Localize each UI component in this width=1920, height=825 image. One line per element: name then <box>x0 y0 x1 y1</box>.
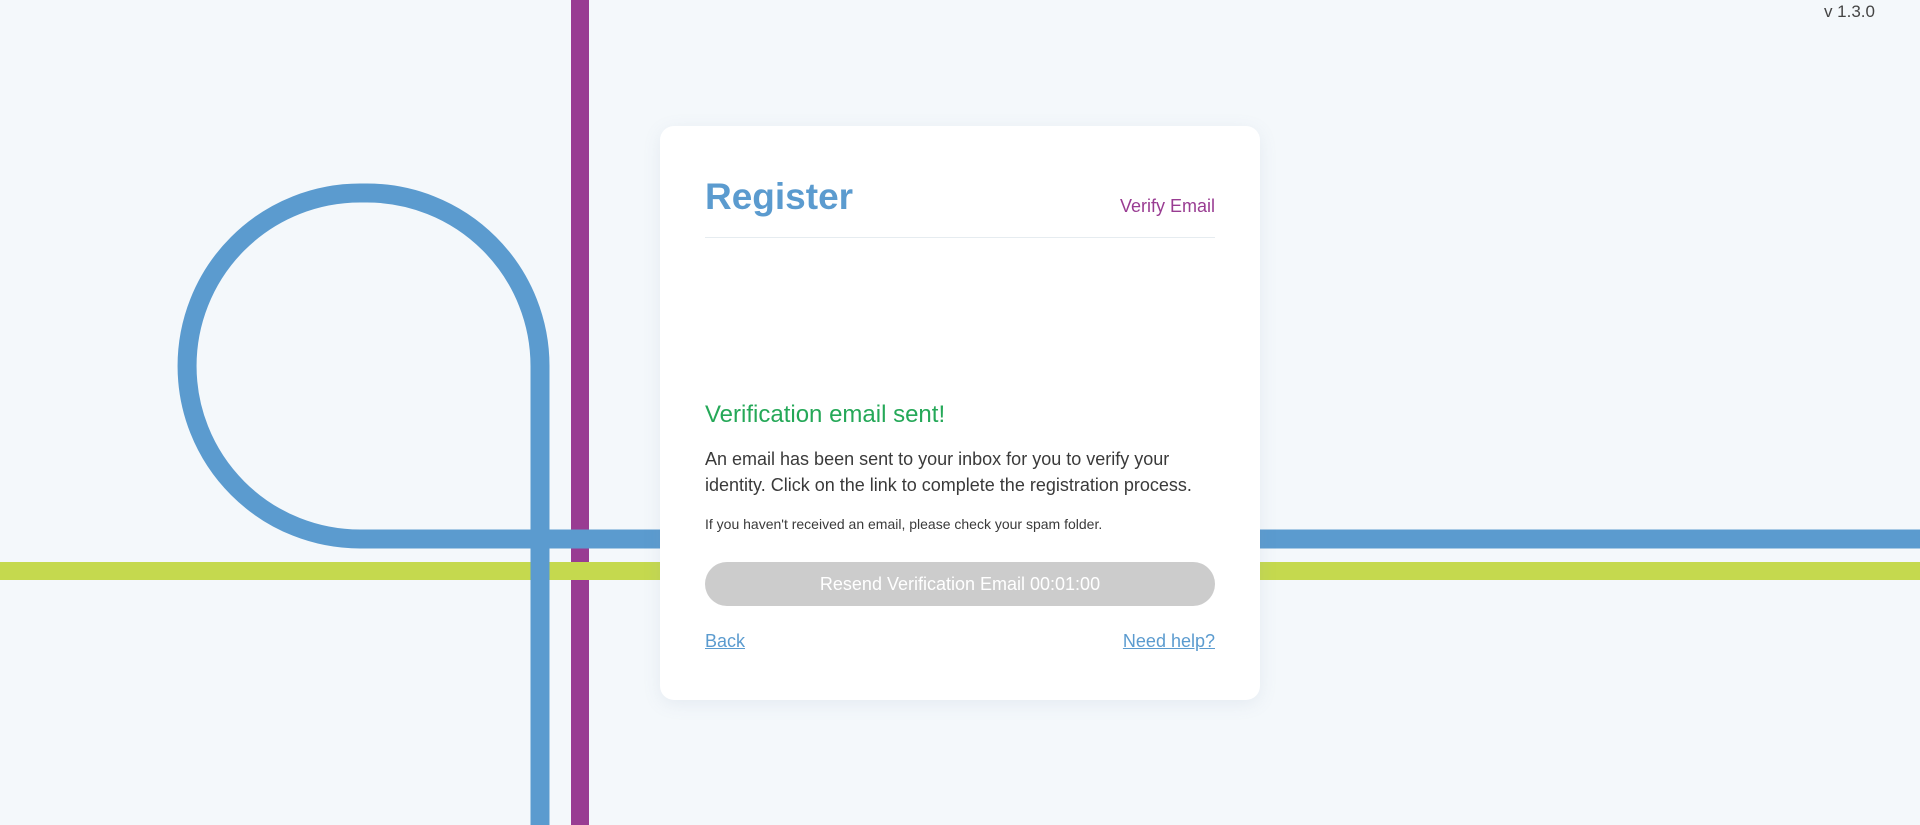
spam-note: If you haven't received an email, please… <box>705 516 1103 532</box>
back-link[interactable]: Back <box>705 631 745 652</box>
need-help-link[interactable]: Need help? <box>1123 631 1215 652</box>
success-title: Verification email sent! <box>705 401 946 428</box>
resend-verification-button[interactable]: Resend Verification Email 00:01:00 <box>705 562 1215 606</box>
page: v 1.3.0 Register Verify Email Verificati… <box>0 0 1920 825</box>
version-label: v 1.3.0 <box>1823 2 1875 21</box>
verification-message: An email has been sent to your inbox for… <box>705 449 1192 495</box>
card-content: Verification email sent! An email has be… <box>660 0 1260 825</box>
